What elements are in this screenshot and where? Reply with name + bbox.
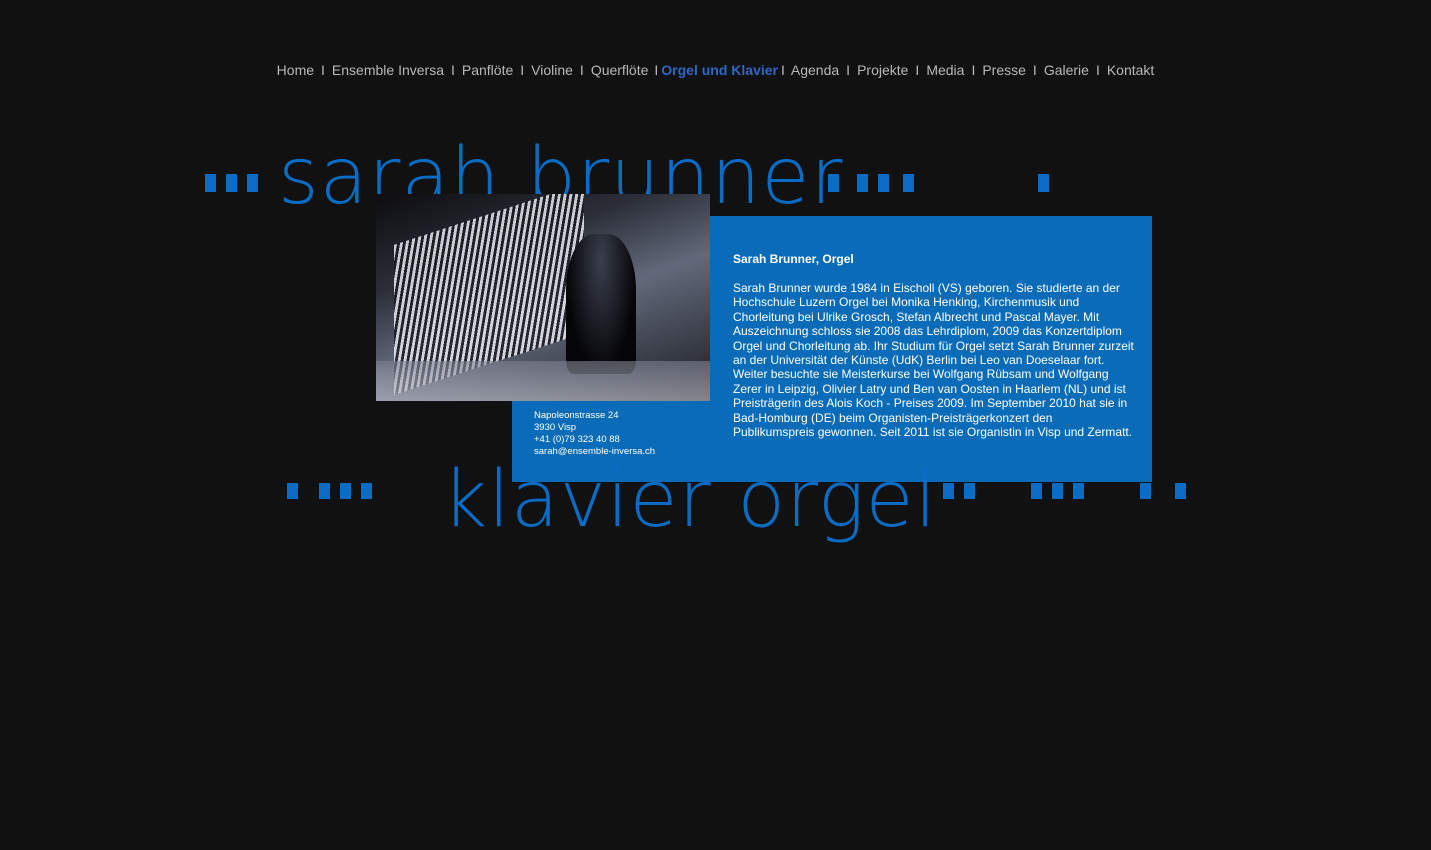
nav-separator: I	[450, 62, 455, 78]
nav-separator: I	[1032, 62, 1037, 78]
nav-separator: I	[520, 62, 525, 78]
nav-kontakt[interactable]: Kontakt	[1107, 62, 1154, 78]
nav-presse[interactable]: Presse	[982, 62, 1026, 78]
contact-street: Napoleonstrasse 24	[534, 410, 619, 421]
organ-bench-shape	[376, 361, 710, 401]
contact-city: 3930 Visp	[534, 422, 577, 433]
nav-separator: I	[654, 62, 659, 78]
nav-separator: I	[915, 62, 920, 78]
nav-ensemble-inversa[interactable]: Ensemble Inversa	[332, 62, 444, 78]
nav-home[interactable]: Home	[277, 62, 314, 78]
organ-photo	[376, 194, 710, 401]
nav-separator: I	[971, 62, 976, 78]
contact-phone: +41 (0)79 323 40 88	[534, 434, 620, 445]
nav-orgel-und-klavier[interactable]: Orgel und Klavier	[661, 62, 778, 78]
nav-separator: I	[321, 62, 325, 78]
nav-querfloete[interactable]: Querflöte	[591, 62, 649, 78]
bio-text: Sarah Brunner wurde 1984 in Eischoll (VS…	[733, 281, 1134, 440]
organist-figure	[566, 234, 636, 374]
nav-separator: I	[781, 62, 785, 78]
nav-panfloete[interactable]: Panflöte	[462, 62, 513, 78]
nav-galerie[interactable]: Galerie	[1044, 62, 1089, 78]
nav-media[interactable]: Media	[926, 62, 964, 78]
page: Home I Ensemble Inversa I Panflöte I Violine I Q…	[0, 0, 1431, 850]
bio-title: Sarah Brunner, Orgel	[733, 252, 854, 266]
main-navigation: Home I Ensemble Inversa I Panflöte I Violine I Q…	[0, 62, 1431, 78]
nav-separator: I	[846, 62, 851, 78]
banner-bottom-clip: klavier orgel	[280, 455, 1200, 550]
nav-agenda[interactable]: Agenda	[791, 62, 839, 78]
nav-projekte[interactable]: Projekte	[857, 62, 908, 78]
nav-violine[interactable]: Violine	[531, 62, 573, 78]
banner-instruments: klavier orgel	[442, 455, 938, 545]
nav-separator: I	[1095, 62, 1100, 78]
contact-block: Napoleonstrasse 24 3930 Visp +41 (0)79 3…	[534, 410, 655, 458]
nav-separator: I	[579, 62, 584, 78]
